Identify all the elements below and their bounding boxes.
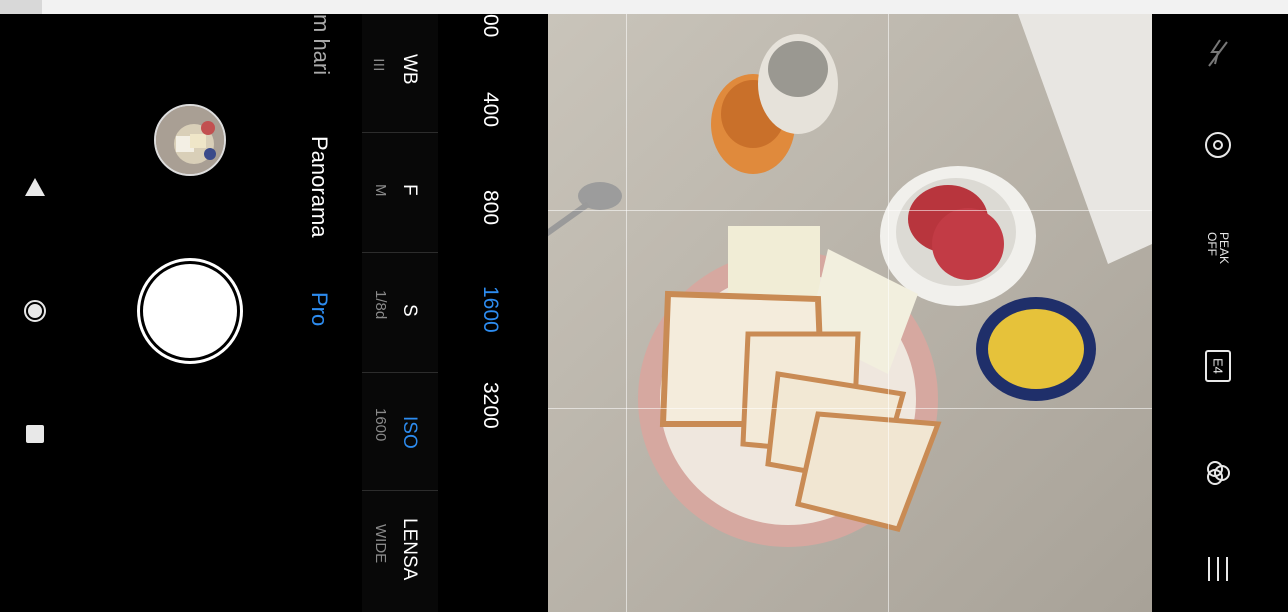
grid-line <box>548 210 1152 211</box>
s-label: S <box>399 304 420 317</box>
iso-option[interactable]: 00 <box>478 14 502 37</box>
thumbnail-image <box>156 106 224 174</box>
iso-option-selected[interactable]: 1600 <box>478 286 502 333</box>
grid-line <box>548 408 1152 409</box>
viewfinder[interactable] <box>548 14 1152 612</box>
ratio-icon: E4 <box>1205 350 1231 382</box>
grid-line <box>888 14 889 612</box>
ratio-label: E4 <box>1210 358 1226 374</box>
recents-button[interactable] <box>22 421 48 447</box>
iso-option[interactable]: 400 <box>478 92 502 127</box>
gallery-thumbnail[interactable] <box>154 104 226 176</box>
f-setting[interactable]: F M <box>362 132 438 253</box>
wb-setting[interactable]: WB ☰ <box>362 14 438 133</box>
status-corner <box>0 0 42 14</box>
back-button[interactable] <box>22 174 48 200</box>
menu-button[interactable] <box>1195 546 1241 592</box>
f-value: M <box>372 184 389 197</box>
peak-label: PEAK OFF <box>1205 232 1231 265</box>
s-value: 1/8d <box>372 290 389 320</box>
pro-settings-panel: WB ☰ F M S 1/8d ISO 1600 LENSA WIDE <box>362 14 438 612</box>
status-bar <box>42 0 1288 14</box>
lens-switch-button[interactable] <box>1195 122 1241 168</box>
lens-setting[interactable]: LENSA WIDE <box>362 490 438 612</box>
viewfinder-image <box>548 14 1152 612</box>
mode-item-panorama[interactable]: Panorama <box>306 136 332 238</box>
iso-setting[interactable]: ISO 1600 <box>362 372 438 491</box>
mode-item-pro[interactable]: Pro <box>306 292 332 326</box>
circle-home-icon <box>24 300 46 322</box>
shutter-inner <box>143 264 237 358</box>
square-recents-icon <box>26 425 44 443</box>
iso-option[interactable]: 800 <box>478 190 502 225</box>
home-button[interactable] <box>22 298 48 324</box>
lens-label: LENSA <box>399 518 420 581</box>
shutter-button[interactable] <box>137 258 243 364</box>
grid-line <box>626 14 627 612</box>
flash-button[interactable] <box>1195 30 1241 76</box>
mode-item-partial[interactable]: m hari <box>308 14 334 75</box>
filter-button[interactable] <box>1195 450 1241 496</box>
s-setting[interactable]: S 1/8d <box>362 252 438 373</box>
f-label: F <box>399 184 420 196</box>
wb-label: WB <box>399 54 420 85</box>
peak-button[interactable]: PEAK OFF <box>1195 232 1241 278</box>
iso-option[interactable]: 3200 <box>478 382 502 429</box>
color-filter-icon <box>1207 461 1230 485</box>
triangle-back-icon <box>25 178 45 196</box>
lens-switch-icon <box>1205 132 1231 158</box>
sliders-icon: ☰ <box>372 58 388 74</box>
iso-label: ISO <box>399 416 420 449</box>
iso-value: 1600 <box>372 408 389 442</box>
flash-off-icon <box>1208 39 1228 67</box>
menu-lines-icon <box>1208 557 1228 581</box>
ratio-button[interactable]: E4 <box>1195 343 1241 389</box>
lens-value: WIDE <box>372 524 389 564</box>
